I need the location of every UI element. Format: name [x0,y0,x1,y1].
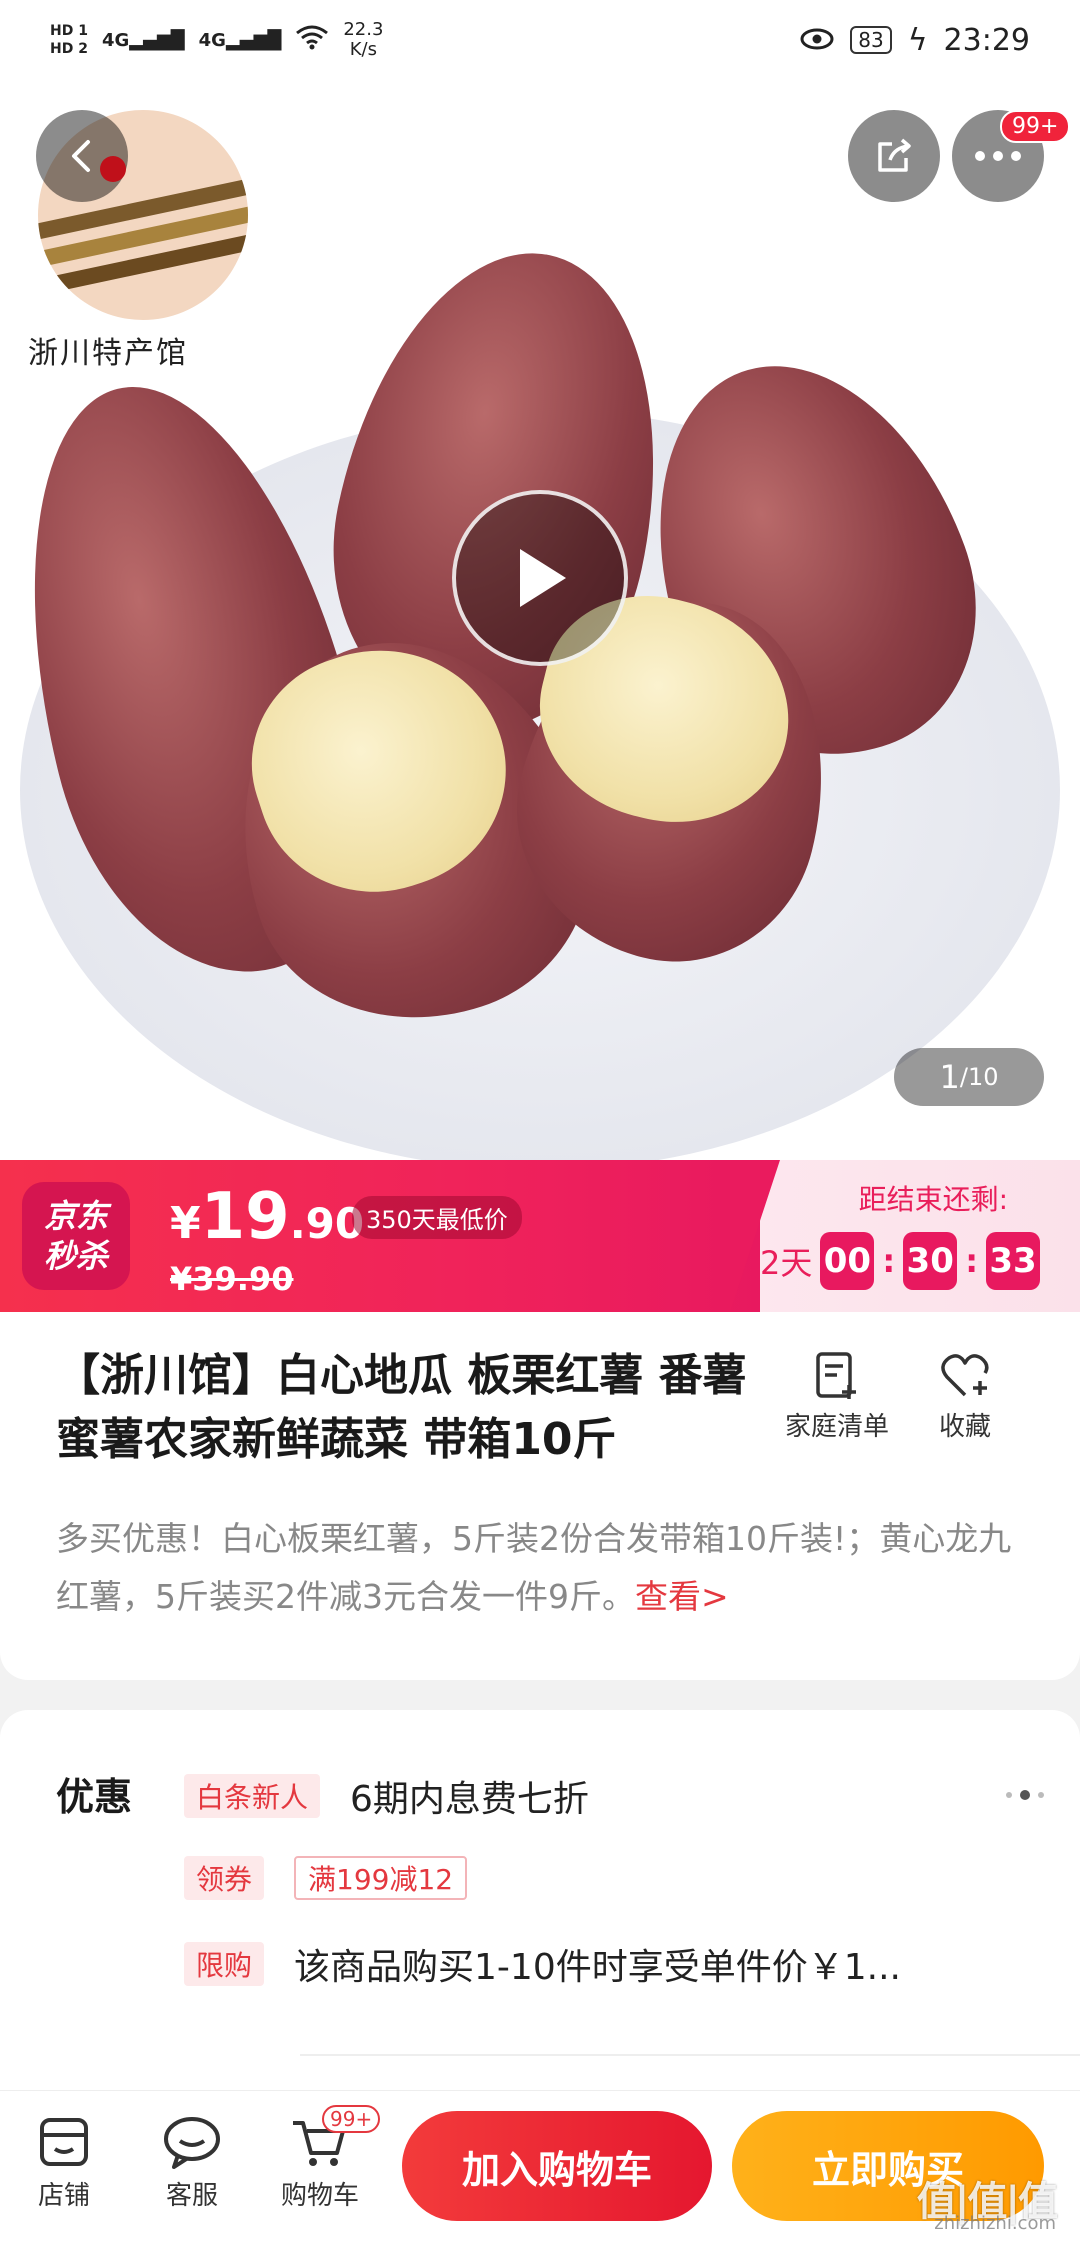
signal-2-icon: 4G▂▄▆█ [198,29,282,51]
coupon-chip[interactable]: 满199减12 [294,1856,468,1900]
offer-tag: 限购 [184,1942,265,1986]
seckill-logo-line1: 京东 [43,1197,108,1235]
seckill-price: ¥19.90 [170,1180,364,1254]
promotion-description: 多买优惠！白心板栗红薯，5斤装2份合发带箱10斤装!；黄心龙九红薯，5斤装买2件… [56,1510,1026,1626]
speed-unit: K/s [349,39,377,60]
cart-icon: 99+ [270,2105,381,2175]
signal-1-label: 4G [101,29,130,51]
charging-icon: ϟ [907,22,928,58]
offer-tag: 领券 [184,1856,265,1900]
offer-text: 该商品购买1-10件时享受单件价￥1... [294,1947,901,1988]
service-label: 客服 [165,2181,218,2211]
clock: 23:29 [943,22,1030,58]
cart-label: 购物车 [280,2181,359,2211]
seckill-logo-line2: 秒杀 [43,1237,108,1275]
countdown-hours: 00 [820,1232,875,1290]
countdown-days: 2天 [760,1244,813,1282]
lowest-price-badge: 350天最低价 [352,1196,522,1239]
signal-2-label: 4G [198,29,226,51]
offers-title: 优惠 [56,1775,133,1819]
shop-label: 店铺 [37,2181,90,2211]
shop-button[interactable]: 店铺 [14,2109,114,2212]
countdown-seconds: 33 [986,1232,1040,1290]
watermark-logo: 值|值|值 [916,2179,1058,2225]
view-more-link[interactable]: 查看> [635,1577,729,1616]
image-counter-total: /10 [959,1063,999,1091]
notification-dot [100,156,126,182]
more-badge: 99+ [1000,110,1071,143]
customer-service-button[interactable]: 客服 [142,2109,242,2212]
product-gallery[interactable]: 浙川特产馆 99+ 1/10 [0,80,1080,1160]
offer-row-limit[interactable]: 限购 该商品购买1-10件时享受单件价￥1... [184,1938,901,1990]
store-icon [14,2109,114,2175]
price-symbol: ¥ [170,1198,201,1249]
cart-button[interactable]: 99+ 购物车 [270,2105,381,2212]
offer-text: 6期内息费七折 [350,1779,589,1820]
signal-1-icon: 4G▂▄▆█ [101,29,185,51]
wifi-icon [295,24,329,57]
offers-card[interactable]: 优惠 白条新人 6期内息费七折 领券 满199减12 限购 该商品购买1-10件… [0,1710,1080,2110]
favorite-button[interactable]: 收藏 [900,1346,1030,1443]
hd2-label: HD 2 [50,41,88,57]
offer-row-baitiao[interactable]: 白条新人 6期内息费七折 [184,1770,589,1822]
countdown-label: 距结束还剩: [858,1183,1008,1216]
watermark-url: zhizhizhi.com [934,2213,1056,2234]
status-left: HD 1 HD 2 4G▂▄▆█ 4G▂▄▆█ 22.3 K/s [50,20,383,60]
bottom-action-bar: 店铺 客服 99+ 购物车 加入购物车 立即购买 值|值|值 zhizhizhi… [0,2090,1080,2241]
play-video-button[interactable] [452,490,628,666]
countdown-minutes: 30 [903,1232,958,1290]
shop-logo-text: 浙川特产馆 [28,336,188,371]
image-counter: 1/10 [894,1048,1044,1106]
price-integer: 19 [200,1180,290,1254]
status-bar: HD 1 HD 2 4G▂▄▆█ 4G▂▄▆█ 22.3 K/s 83 ϟ 23… [0,0,1080,80]
jd-seckill-logo: 京东 秒杀 [22,1182,130,1290]
family-list-label: 家庭清单 [784,1412,889,1442]
favorite-label: 收藏 [938,1412,991,1442]
heart-icon [900,1346,1030,1406]
offers-more-icon[interactable] [1006,1790,1044,1800]
chat-icon [142,2109,242,2175]
eye-icon [800,23,834,58]
more-dots-icon [975,151,1021,161]
divider [300,2054,1080,2056]
battery-indicator: 83 [850,26,892,54]
hd1-label: HD 1 [50,23,88,39]
speed-value: 22.3 [343,19,384,40]
product-title: 【浙川馆】白心地瓜 板栗红薯 番薯蜜薯农家新鲜蔬菜 带箱10斤 [56,1350,747,1465]
offer-tag: 白条新人 [184,1774,321,1818]
site-watermark: 值|值|值 zhizhizhi.com [916,2179,1058,2235]
countdown-separator: : [965,1242,978,1280]
promotion-text: 多买优惠！白心板栗红薯，5斤装2份合发带箱10斤装!；黄心龙九红薯，5斤装买2件… [56,1519,1012,1616]
add-to-cart-button[interactable]: 加入购物车 [402,2111,712,2221]
play-icon [520,549,566,607]
image-counter-current: 1 [939,1058,960,1096]
share-icon [878,138,911,172]
network-speed: 22.3 K/s [343,20,383,60]
family-list-button[interactable]: 家庭清单 [772,1346,902,1443]
hd-indicator: HD 1 HD 2 [50,22,88,58]
countdown-separator: : [882,1242,896,1280]
list-add-icon [772,1346,902,1406]
back-arrow-icon [72,140,90,172]
seckill-banner: 京东 秒杀 ¥19.90 350天最低价 ¥39.90 距结束还剩: 2天 00… [0,1160,1080,1312]
product-info-card: 【浙川馆】白心地瓜 板栗红薯 番薯蜜薯农家新鲜蔬菜 带箱10斤 家庭清单 收藏 … [0,1312,1080,1680]
original-price: ¥39.90 [170,1260,294,1298]
cart-count-badge: 99+ [322,2105,381,2133]
offer-row-coupon[interactable]: 领券 满199减12 [184,1856,468,1900]
countdown-timer: 2天 00 : 30 : 33 [760,1232,1040,1290]
share-button[interactable] [848,110,940,202]
status-right: 83 ϟ 23:29 [800,23,1030,58]
